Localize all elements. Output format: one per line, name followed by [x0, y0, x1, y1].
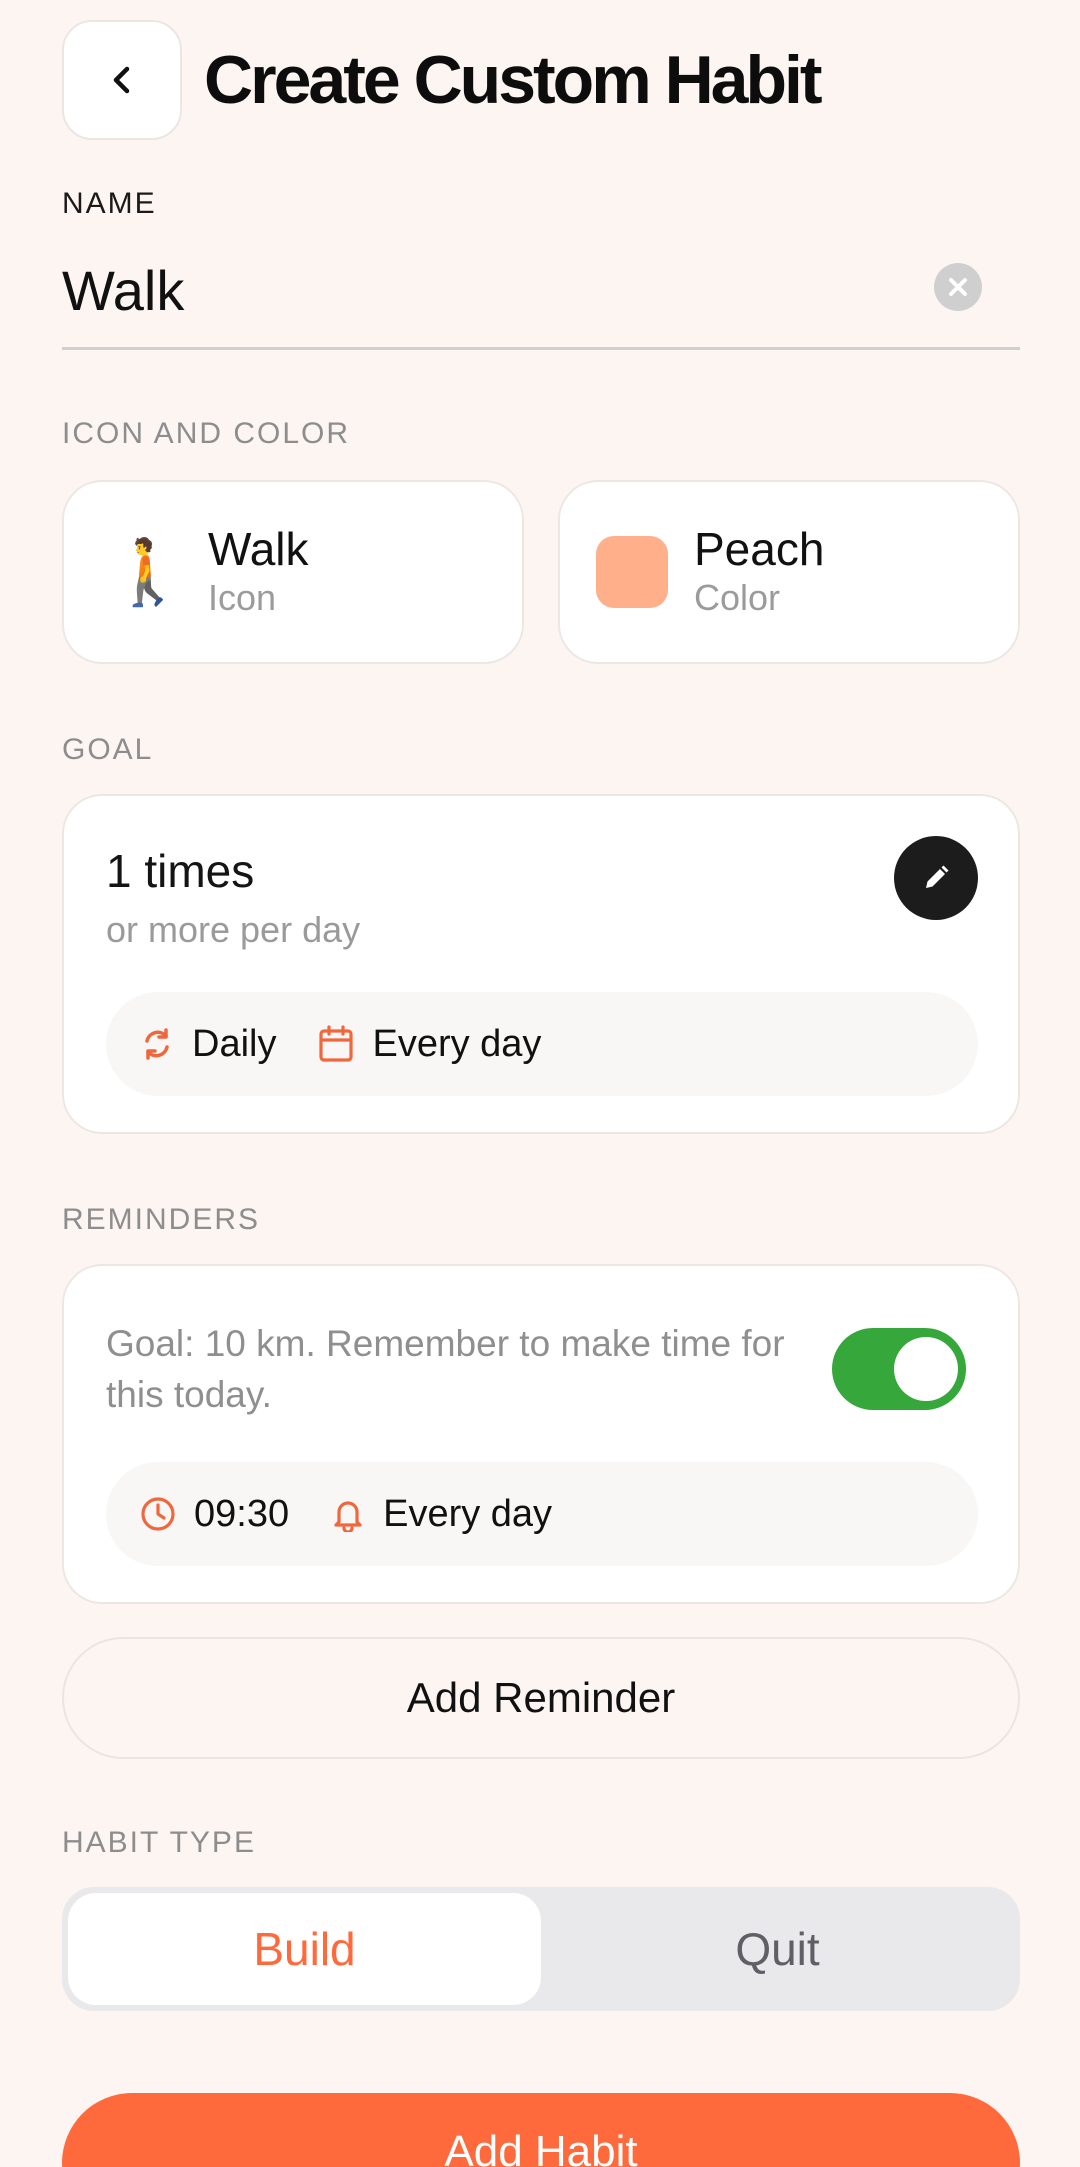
goal-section-label: GOAL: [62, 733, 154, 766]
reminder-schedule-pill[interactable]: 09:30 Every day: [106, 1462, 978, 1566]
color-name: Peach: [694, 523, 825, 575]
edit-goal-button[interactable]: [894, 836, 978, 920]
bell-icon: [334, 1501, 362, 1532]
habit-type-selector: Build Quit: [62, 1887, 1020, 2011]
goal-schedule-pill[interactable]: Daily Every day: [106, 992, 978, 1096]
icon-picker-card[interactable]: 🚶 Walk Icon: [62, 480, 524, 664]
habit-type-section-label: HABIT TYPE: [62, 1826, 256, 1859]
reminder-time: 09:30: [194, 1492, 290, 1535]
add-reminder-button[interactable]: Add Reminder: [62, 1637, 1020, 1759]
goal-days: Every day: [372, 1022, 542, 1065]
reminder-message: Goal: 10 km. Remember to make time for t…: [106, 1323, 785, 1415]
goal-period: Daily: [192, 1022, 277, 1065]
goal-card: 1 times or more per day Daily Every day: [62, 794, 1020, 1134]
goal-description: or more per day: [106, 909, 361, 950]
color-swatch: [596, 536, 668, 608]
name-underline: [62, 347, 1020, 350]
reminders-section-label: REMINDERS: [62, 1203, 261, 1236]
page-title: Create Custom Habit: [204, 42, 823, 118]
calendar-icon: [319, 1025, 354, 1062]
icon-color-section-label: ICON AND COLOR: [62, 417, 351, 450]
add-habit-button[interactable]: Add Habit: [62, 2093, 1020, 2167]
reminder-toggle[interactable]: [832, 1328, 966, 1410]
back-button[interactable]: [62, 20, 182, 140]
reminder-days: Every day: [383, 1492, 553, 1535]
clear-name-button[interactable]: [934, 263, 982, 311]
chevron-left-icon: [113, 66, 130, 94]
habit-name-input[interactable]: [62, 250, 922, 330]
repeat-icon: [145, 1028, 169, 1060]
walking-person-icon: 🚶: [108, 536, 188, 608]
clock-icon: [141, 1497, 175, 1531]
icon-name: Walk: [208, 523, 309, 575]
reminder-card: Goal: 10 km. Remember to make time for t…: [62, 1264, 1020, 1604]
pencil-icon: [926, 865, 949, 888]
icon-caption: Icon: [208, 577, 277, 618]
goal-count: 1 times: [106, 845, 255, 897]
color-caption: Color: [694, 577, 781, 618]
habit-type-build[interactable]: Build: [68, 1893, 541, 2005]
habit-type-quit[interactable]: Quit: [541, 1893, 1014, 2005]
toggle-knob: [894, 1337, 958, 1401]
name-section-label: NAME: [62, 187, 157, 220]
close-circle-icon: [949, 278, 967, 296]
color-picker-card[interactable]: Peach Color: [558, 480, 1020, 664]
